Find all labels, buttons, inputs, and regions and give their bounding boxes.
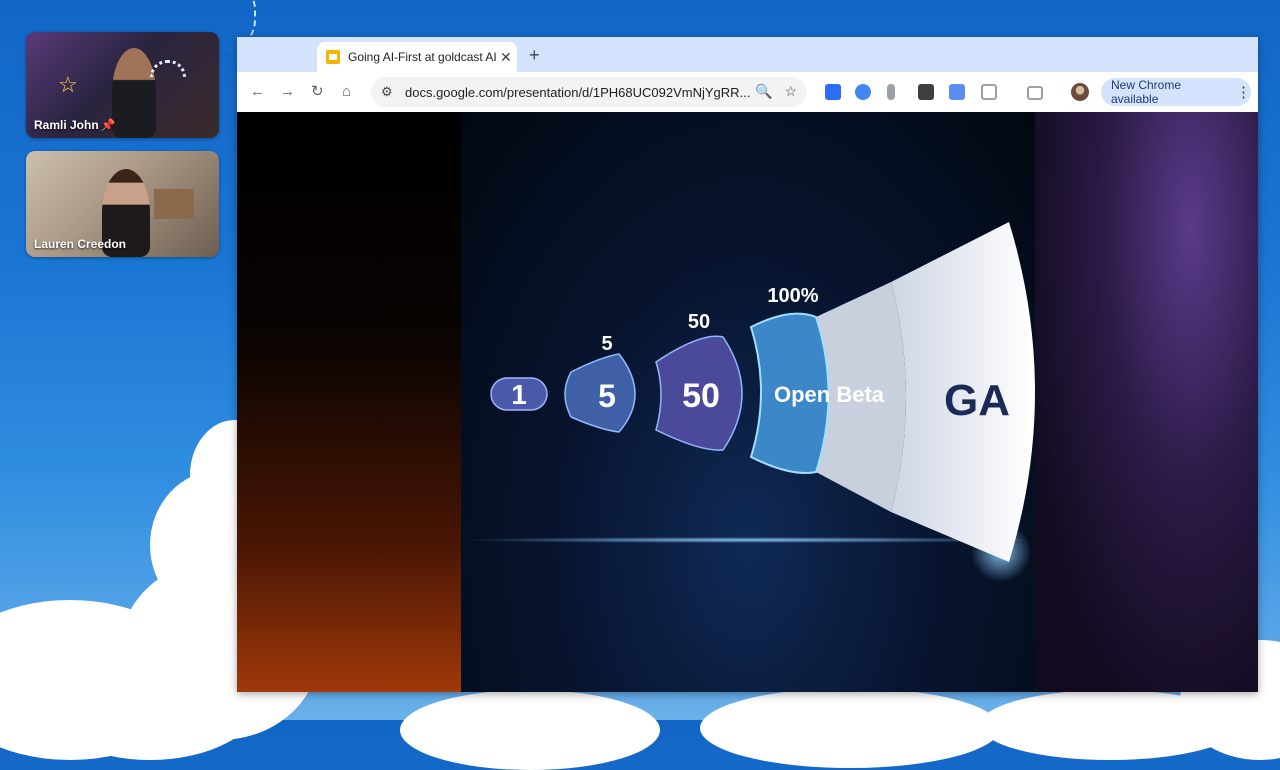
tab-strip: Going AI-First at goldcast AI ✕ + — [237, 37, 1258, 72]
presentation-view: 1 5 50 Open Beta GA 5 50 100% — [237, 112, 1258, 692]
slide-canvas: 1 5 50 Open Beta GA 5 50 100% — [461, 112, 1035, 692]
rollout-funnel-graphic: 1 5 50 Open Beta GA 5 50 100% — [461, 222, 1035, 582]
close-icon[interactable]: ✕ — [500, 49, 512, 66]
slides-favicon-icon — [326, 50, 340, 64]
update-label: New Chrome available — [1111, 78, 1182, 106]
left-backdrop — [237, 112, 461, 692]
address-bar[interactable]: ⚙ docs.google.com/presentation/d/1PH68UC… — [371, 77, 807, 107]
home-icon[interactable]: ⌂ — [342, 82, 351, 102]
url-text: docs.google.com/presentation/d/1PH68UC09… — [405, 84, 751, 100]
extension-gear-icon[interactable] — [949, 84, 965, 100]
shelf-decor — [154, 189, 194, 219]
pin-icon: 📌 — [100, 118, 116, 132]
participant-name: Ramli John 📌 — [34, 118, 116, 132]
participant-tile-lauren[interactable]: Lauren Creedon — [26, 151, 219, 257]
back-icon[interactable]: ← — [250, 82, 265, 102]
extension-v-icon[interactable] — [825, 84, 841, 100]
ring-light-icon — [150, 60, 186, 77]
participant-video-person — [112, 48, 156, 138]
browser-toolbar: ← → ↻ ⌂ ⚙ docs.google.com/presentation/d… — [237, 72, 1258, 112]
participant-name: Lauren Creedon — [34, 237, 127, 251]
star-icon: ☆ — [58, 72, 78, 97]
chrome-update-button[interactable]: New Chrome available ⋮ — [1101, 78, 1251, 106]
forward-icon[interactable]: → — [280, 82, 295, 102]
extension-play-icon[interactable] — [855, 84, 871, 100]
cast-search-icon[interactable] — [1027, 86, 1043, 100]
profile-avatar[interactable] — [1071, 83, 1089, 101]
right-backdrop — [1035, 112, 1258, 692]
stage-4-label: Open Beta — [774, 382, 885, 407]
new-tab-button[interactable]: + — [529, 45, 540, 66]
browser-window: Going AI-First at goldcast AI ✕ + ← → ↻ … — [237, 37, 1258, 692]
tab-title: Going AI-First at goldcast AI — [348, 50, 496, 64]
tab-active[interactable]: Going AI-First at goldcast AI ✕ — [317, 42, 517, 72]
stage-4-count: 100% — [767, 285, 818, 307]
microphone-icon[interactable] — [887, 84, 895, 100]
reload-icon[interactable]: ↻ — [311, 82, 324, 102]
extensions-puzzle-icon[interactable] — [981, 84, 997, 100]
site-settings-icon[interactable]: ⚙ — [381, 84, 399, 100]
zoom-icon[interactable]: 🔍 — [755, 83, 772, 99]
stage-1-label: 1 — [511, 379, 527, 410]
stage-2-label: 5 — [598, 378, 616, 414]
participant-tile-ramli[interactable]: ☆ Ramli John 📌 — [26, 32, 219, 138]
stage-5-label: GA — [944, 376, 1010, 425]
more-menu-icon[interactable]: ⋮ — [1236, 83, 1251, 101]
bookmark-star-icon[interactable]: ☆ — [784, 83, 797, 99]
extension-cat-icon[interactable] — [918, 84, 934, 100]
stage-3-count: 50 — [688, 311, 710, 333]
light-streak — [461, 537, 1035, 543]
omnibox-actions: 🔍 ☆ — [755, 83, 797, 100]
stage-3-label: 50 — [682, 377, 720, 415]
stage-2-count: 5 — [601, 333, 612, 355]
